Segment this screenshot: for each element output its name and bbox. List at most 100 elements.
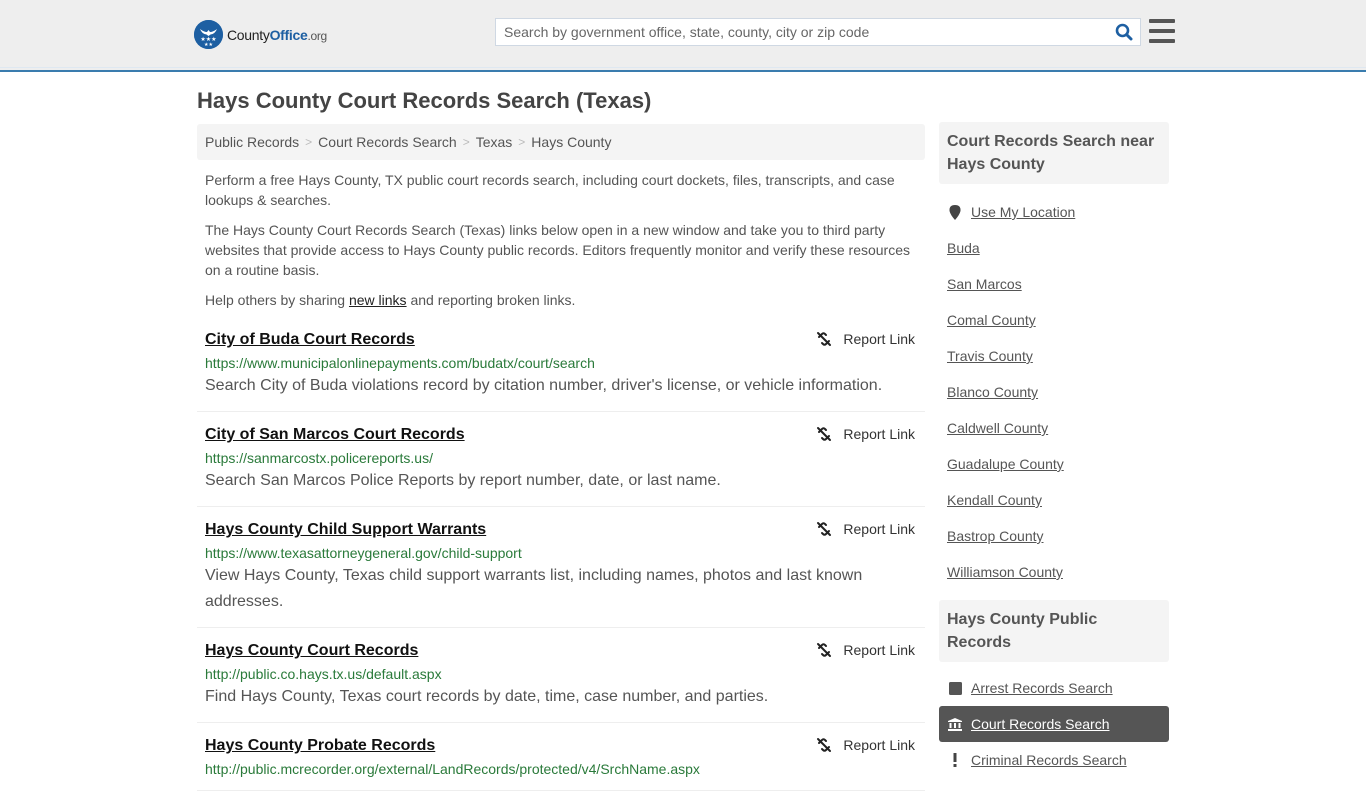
arrest-records-search-link[interactable]: Arrest Records Search [971,680,1113,696]
report-link-label: Report Link [843,331,915,347]
report-link-button[interactable]: Report Link [816,426,915,442]
result-url: http://public.mcrecorder.org/external/La… [205,761,700,777]
nearby-item: Bastrop County [939,518,1169,554]
menu-bar [1149,39,1175,43]
logo[interactable]: ★★★ ★★ CountyOffice.org [194,20,327,49]
square-icon [947,681,963,695]
result-description: Find Hays County, Texas court records by… [205,688,769,705]
new-links-link[interactable]: new links [349,292,407,308]
nearby-link-buda[interactable]: Buda [947,240,980,256]
intro-text-part: Help others by sharing [205,292,349,308]
broken-link-icon [817,332,832,346]
sidebar: Court Records Search near Hays County Us… [939,122,1169,788]
nearby-heading: Court Records Search near Hays County [939,122,1169,184]
result-title-link[interactable]: City of Buda Court Records [205,330,415,350]
breadcrumb-texas[interactable]: Texas [476,134,513,150]
menu-bar [1149,19,1175,23]
nearby-link-williamson-county[interactable]: Williamson County [947,564,1063,580]
result-description: View Hays County, Texas child support wa… [205,567,863,610]
use-my-location-item: Use My Location [939,194,1169,230]
nearby-link-bastrop-county[interactable]: Bastrop County [947,528,1044,544]
intro-text: Perform a free Hays County, TX public co… [205,170,920,320]
breadcrumb-public-records[interactable]: Public Records [205,134,299,150]
logo-text-office: Office [269,26,308,43]
use-my-location-link[interactable]: Use My Location [971,204,1075,220]
report-link-label: Report Link [843,737,915,753]
public-record-item-criminal: Criminal Records Search [939,742,1169,778]
nearby-link-blanco-county[interactable]: Blanco County [947,384,1038,400]
report-link-button[interactable]: Report Link [816,331,915,347]
report-link-label: Report Link [843,426,915,442]
page-title: Hays County Court Records Search (Texas) [197,88,652,113]
result-item: Hays County Probate Records Report Link … [197,732,925,791]
nearby-link-kendall-county[interactable]: Kendall County [947,492,1042,508]
intro-paragraph: The Hays County Court Records Search (Te… [205,222,910,278]
result-item: City of San Marcos Court Records Report … [197,421,925,507]
public-record-item-arrest: Arrest Records Search [939,670,1169,706]
result-title-link[interactable]: Hays County Probate Records [205,736,435,756]
nearby-link-comal-county[interactable]: Comal County [947,312,1036,328]
nearby-item: Comal County [939,302,1169,338]
search-bar [495,18,1141,46]
nearby-item: Travis County [939,338,1169,374]
breadcrumb-separator: > [518,135,526,149]
breadcrumb-court-records-search[interactable]: Court Records Search [318,134,457,150]
courthouse-icon [947,717,963,731]
breadcrumb-hays-county[interactable]: Hays County [531,134,611,150]
search-icon [1115,23,1133,41]
menu-bar [1149,29,1175,33]
public-record-item-court: Court Records Search [939,706,1169,742]
site-header: ★★★ ★★ CountyOffice.org [0,0,1366,72]
broken-link-icon [817,738,832,752]
result-title-link[interactable]: Hays County Child Support Warrants [205,520,486,540]
nearby-item: Williamson County [939,554,1169,590]
report-link-button[interactable]: Report Link [816,642,915,658]
report-link-button[interactable]: Report Link [816,521,915,537]
nearby-list: Use My Location Buda San Marcos Comal Co… [939,184,1169,600]
result-url: http://public.co.hays.tx.us/default.aspx [205,666,442,682]
public-records-list: Arrest Records Search Court Records Sear… [939,662,1169,788]
result-url: https://www.municipalonlinepayments.com/… [205,355,595,371]
results-list: City of Buda Court Records Report Link h… [197,326,925,800]
breadcrumb-separator: > [462,135,470,149]
result-item: City of Buda Court Records Report Link h… [197,326,925,412]
intro-text-part: and reporting broken links. [406,292,576,308]
hamburger-menu-button[interactable] [1149,19,1175,43]
result-url: https://www.texasattorneygeneral.gov/chi… [205,545,522,561]
breadcrumb: Public Records > Court Records Search > … [197,124,925,160]
criminal-records-search-link[interactable]: Criminal Records Search [971,752,1127,768]
broken-link-icon [817,522,832,536]
court-records-search-link[interactable]: Court Records Search [971,716,1110,732]
result-title-link[interactable]: Hays County Court Records [205,641,418,661]
nearby-item: San Marcos [939,266,1169,302]
result-url: https://sanmarcostx.policereports.us/ [205,450,433,466]
report-link-button[interactable]: Report Link [816,737,915,753]
public-records-heading: Hays County Public Records [939,600,1169,662]
intro-paragraph: Perform a free Hays County, TX public co… [205,172,895,208]
result-description: Search City of Buda violations record by… [205,377,883,394]
result-item: Hays County Child Support Warrants Repor… [197,516,925,628]
result-title-link[interactable]: City of San Marcos Court Records [205,425,465,445]
nearby-item: Kendall County [939,482,1169,518]
search-button[interactable] [1108,19,1140,45]
map-pin-icon [947,204,963,220]
nearby-link-guadalupe-county[interactable]: Guadalupe County [947,456,1064,472]
logo-text-county: County [227,26,270,43]
report-link-label: Report Link [843,642,915,658]
search-input[interactable] [496,19,1108,45]
broken-link-icon [817,427,832,441]
result-description: Search San Marcos Police Reports by repo… [205,472,721,489]
nearby-item: Guadalupe County [939,446,1169,482]
nearby-link-travis-county[interactable]: Travis County [947,348,1033,364]
nearby-item: Caldwell County [939,410,1169,446]
intro-paragraph: Help others by sharing new links and rep… [205,290,920,310]
nearby-link-caldwell-county[interactable]: Caldwell County [947,420,1048,436]
nearby-link-san-marcos[interactable]: San Marcos [947,276,1022,292]
exclamation-icon [947,753,963,767]
logo-text-org: .org [307,28,327,43]
svg-text:★★: ★★ [204,42,213,48]
nearby-item: Blanco County [939,374,1169,410]
logo-eagle-icon: ★★★ ★★ [194,20,223,49]
breadcrumb-separator: > [305,135,313,149]
nearby-item: Buda [939,230,1169,266]
